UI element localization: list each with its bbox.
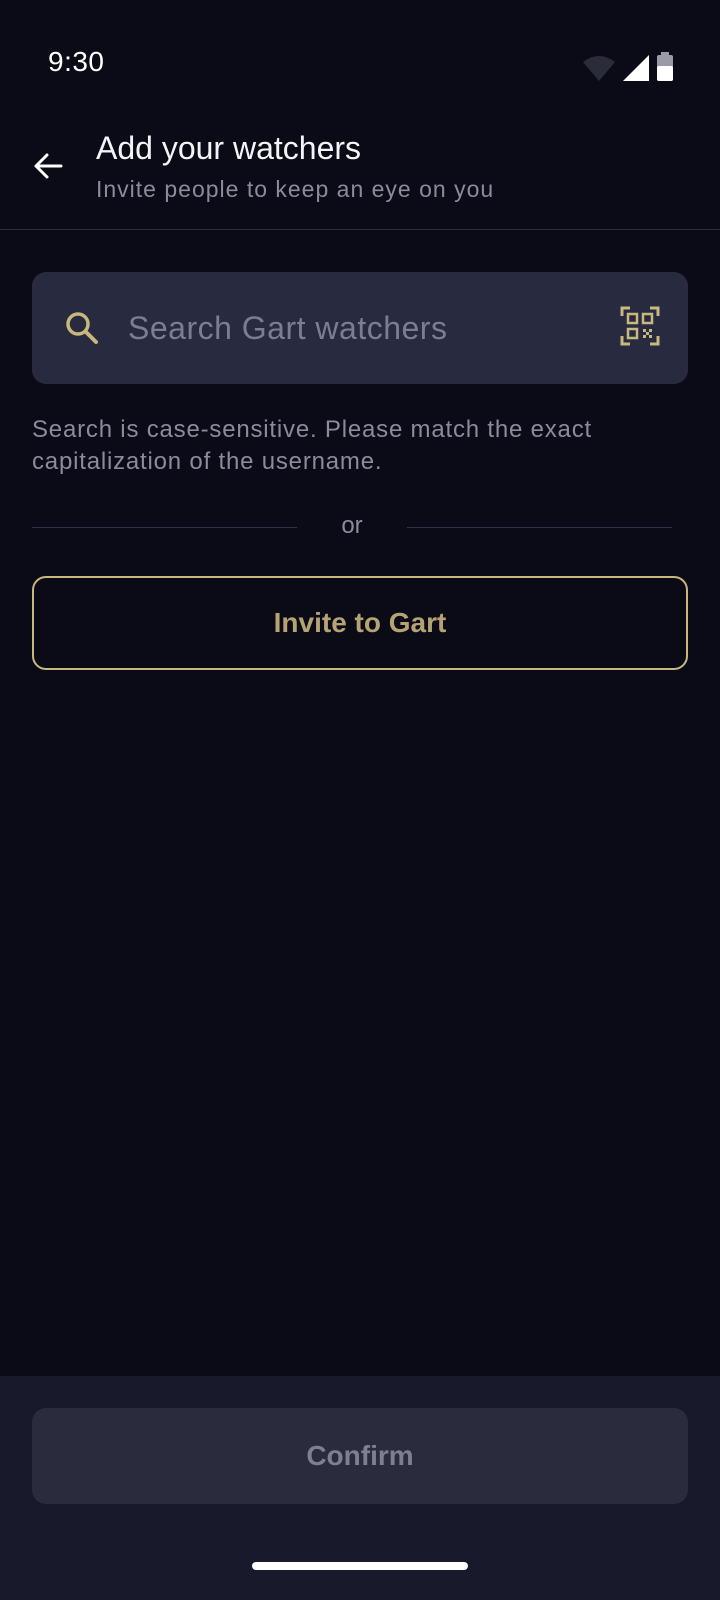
- divider-line-right: [407, 527, 672, 528]
- qr-code-icon[interactable]: [620, 306, 660, 346]
- home-indicator[interactable]: [252, 1562, 468, 1570]
- invite-to-gart-button[interactable]: Invite to Gart: [32, 576, 688, 670]
- page-subtitle: Invite people to keep an eye on you: [96, 176, 495, 202]
- search-hint: Search is case-sensitive. Please match t…: [32, 416, 592, 475]
- add-watchers-screen: 9:30 Add your watchers Invite people to …: [0, 0, 720, 1600]
- cellular-signal-icon: [623, 55, 649, 81]
- battery-icon: [657, 52, 673, 81]
- divider-line-left: [32, 527, 297, 528]
- divider-label: or: [341, 512, 363, 539]
- confirm-button-label: Confirm: [306, 1440, 414, 1471]
- status-icons: [582, 50, 674, 82]
- confirm-button[interactable]: Confirm: [32, 1408, 688, 1504]
- page-title: Add your watchers: [96, 130, 362, 166]
- search-box[interactable]: [32, 272, 688, 384]
- back-button[interactable]: [24, 142, 72, 190]
- status-bar: 9:30: [0, 0, 720, 120]
- invite-button-label: Invite to Gart: [273, 607, 447, 638]
- search-icon: [66, 312, 98, 344]
- status-time: 9:30: [48, 46, 105, 77]
- arrow-left-icon: [34, 153, 63, 179]
- search-input[interactable]: [128, 300, 608, 356]
- wifi-icon: [583, 56, 615, 81]
- app-header: Add your watchers Invite people to keep …: [0, 120, 720, 230]
